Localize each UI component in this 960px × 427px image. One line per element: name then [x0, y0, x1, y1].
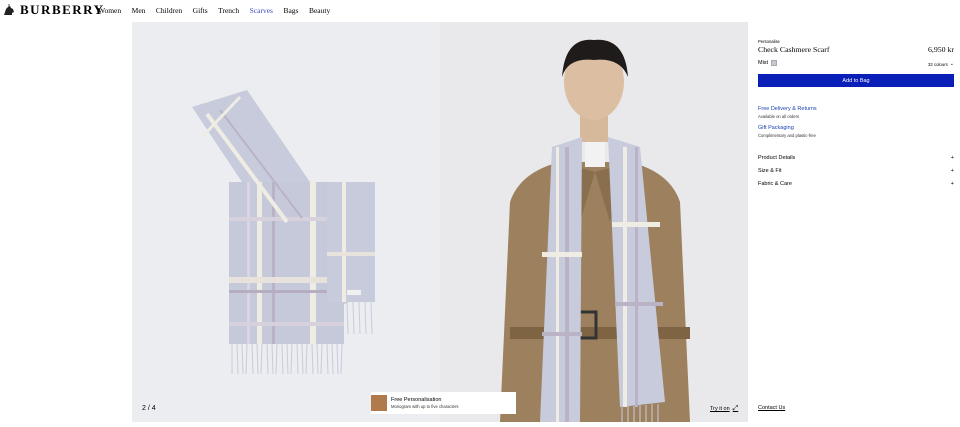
equestrian-knight-icon	[4, 4, 14, 15]
plus-icon: +	[950, 168, 954, 174]
model-wearing-scarf-image	[500, 39, 690, 422]
product-title: Check Cashmere Scarf	[758, 45, 830, 54]
brand-wordmark: BURBERRY	[20, 2, 105, 17]
accordion-label: Size & Fit	[758, 168, 782, 174]
colour-label: Mist	[758, 60, 769, 66]
colour-swatch[interactable]	[771, 60, 778, 66]
nav-bags[interactable]: Bags	[283, 6, 298, 15]
gallery-counter: 2 / 4	[142, 405, 156, 412]
colours-count-label: 32 colours	[927, 61, 948, 67]
nav-women[interactable]: Women	[98, 6, 121, 15]
gallery-image-flatlay[interactable]: 2 / 4	[132, 22, 440, 422]
try-it-on-label: Try it on	[710, 406, 730, 412]
personalise-label: Personalise	[758, 39, 780, 44]
nav-trench[interactable]: Trench	[218, 6, 239, 15]
gift-packaging-link[interactable]: Gift Packaging	[758, 125, 794, 131]
gallery-image-model[interactable]: Try it on ⤢	[440, 22, 748, 422]
colours-dropdown[interactable]: 32 colours ⌄	[928, 61, 954, 67]
accordion-fabric-care[interactable]: Fabric & Care +	[758, 181, 954, 187]
promo-subtitle: Monogram with up to five characters	[391, 403, 459, 409]
promo-thumbnail	[371, 395, 387, 411]
nav-scarves[interactable]: Scarves	[250, 6, 273, 15]
plus-icon: +	[950, 155, 954, 161]
ar-icon: ⤢	[732, 405, 739, 412]
contact-us-link[interactable]: Contact Us	[758, 405, 785, 411]
accordion-label: Product Details	[758, 155, 796, 161]
nav-gifts[interactable]: Gifts	[193, 6, 208, 15]
try-it-on-button[interactable]: Try it on ⤢	[710, 405, 738, 413]
product-info: Personalise Check Cashmere Scarf 6,950 k…	[758, 22, 954, 422]
product-price: 6,950 kr	[928, 45, 954, 54]
site-header: BURBERRY Women Men Children Gifts Trench…	[0, 0, 960, 22]
delivery-returns-link[interactable]: Free Delivery & Returns	[758, 106, 817, 112]
chevron-down-icon: ⌄	[949, 61, 954, 67]
gift-packaging-subtitle: Complimentary and plastic-free	[758, 133, 816, 138]
accordion-label: Fabric & Care	[758, 181, 792, 187]
main-nav: Women Men Children Gifts Trench Scarves …	[98, 6, 341, 15]
accordion-size-fit[interactable]: Size & Fit +	[758, 168, 954, 174]
brand-logo[interactable]: BURBERRY	[2, 3, 105, 17]
personalisation-promo[interactable]: Free Personalisation Monogram with up to…	[371, 392, 516, 414]
nav-men[interactable]: Men	[132, 6, 146, 15]
nav-children[interactable]: Children	[156, 6, 182, 15]
scarf-flatlay-image	[192, 90, 375, 375]
delivery-returns-subtitle: Available on all orders	[758, 114, 800, 119]
colour-selector[interactable]: Mist	[758, 60, 778, 66]
accordion-product-details[interactable]: Product Details +	[758, 155, 954, 161]
plus-icon: +	[950, 181, 954, 187]
nav-beauty[interactable]: Beauty	[309, 6, 330, 15]
product-gallery[interactable]: 2 / 4 Try it on ⤢ Free Personalisation M…	[132, 22, 748, 422]
promo-title: Free Personalisation	[391, 396, 442, 403]
add-to-bag-button[interactable]: Add to Bag	[758, 74, 954, 87]
